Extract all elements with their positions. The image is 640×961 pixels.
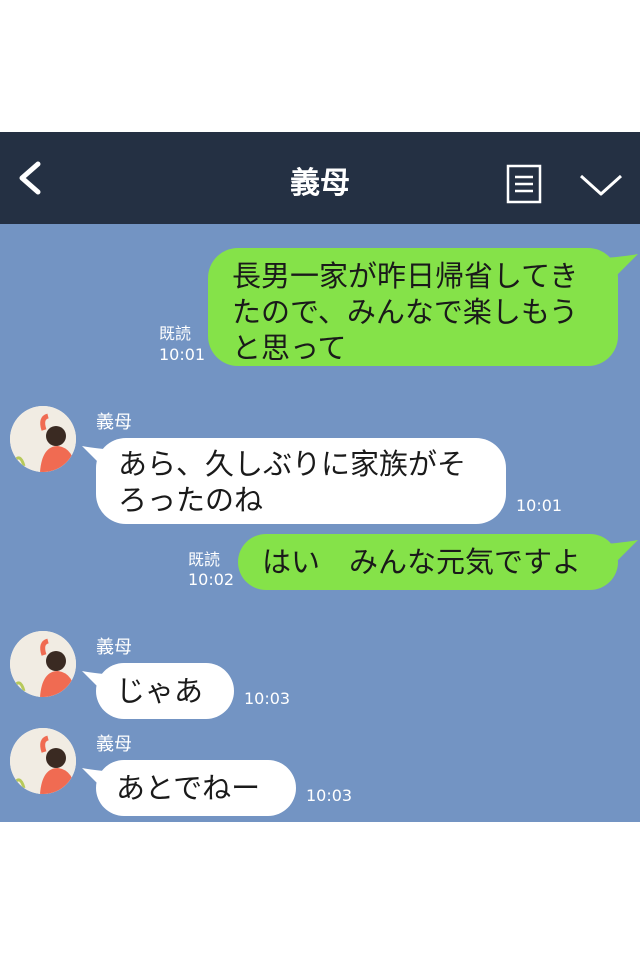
message-bubble-sent[interactable]: 長男一家が昨日帰省してき たので、みんなで楽しもう と思って	[208, 248, 618, 366]
message-line: あら、久しぶりに家族がそ	[118, 447, 467, 481]
bubble-tail	[606, 254, 638, 278]
list-icon[interactable]	[506, 164, 542, 204]
message-line: はい みんな元気ですよ	[262, 545, 582, 579]
message-time: 10:01	[516, 496, 563, 515]
message-line: あとでねー	[116, 771, 261, 805]
avatar-image	[10, 631, 76, 697]
message-bubble-received[interactable]: あとでねー	[96, 760, 296, 816]
message-line: たので、みんなで楽しもう	[232, 295, 578, 329]
chevron-down-icon[interactable]	[578, 172, 624, 198]
message-bubble-received[interactable]: じゃあ	[96, 663, 234, 719]
sender-name: 義母	[96, 637, 132, 658]
avatar[interactable]	[10, 728, 76, 794]
message-bubble-received[interactable]: あら、久しぶりに家族がそ ろったのね	[96, 438, 506, 524]
bubble-tail	[82, 446, 114, 470]
read-receipt: 既読	[188, 550, 221, 569]
sender-name: 義母	[96, 734, 132, 755]
message-time: 10:03	[244, 689, 291, 708]
message-text: 長男一家が昨日帰省してき たので、みんなで楽しもう と思って	[232, 258, 578, 366]
message-line: と思って	[232, 331, 347, 365]
chat-screen: 義母 長男一家が昨日帰省してき たので、みんなで楽しもう と思って 既読 10:…	[0, 132, 640, 822]
chat-title: 義母	[290, 166, 350, 201]
message-text: あとでねー	[116, 770, 260, 806]
sender-name: 義母	[96, 412, 132, 433]
message-text: あら、久しぶりに家族がそ ろったのね	[118, 446, 466, 518]
avatar-image	[10, 728, 76, 794]
bubble-tail	[606, 540, 638, 564]
message-line: じゃあ	[116, 674, 204, 708]
message-line: ろったのね	[118, 483, 264, 517]
message-time: 10:03	[306, 786, 353, 805]
chat-header: 義母	[0, 132, 640, 224]
message-time: 10:01	[159, 345, 206, 364]
message-bubble-sent[interactable]: はい みんな元気ですよ	[238, 534, 618, 590]
read-receipt: 既読	[159, 324, 192, 343]
message-line: 長男一家が昨日帰省してき	[232, 259, 579, 293]
message-time: 10:02	[188, 570, 235, 589]
avatar[interactable]	[10, 631, 76, 697]
bubble-tail	[82, 768, 114, 792]
message-text: はい みんな元気ですよ	[262, 544, 581, 580]
message-text: じゃあ	[116, 673, 203, 709]
avatar[interactable]	[10, 406, 76, 472]
avatar-image	[10, 406, 76, 472]
bubble-tail	[82, 671, 114, 695]
